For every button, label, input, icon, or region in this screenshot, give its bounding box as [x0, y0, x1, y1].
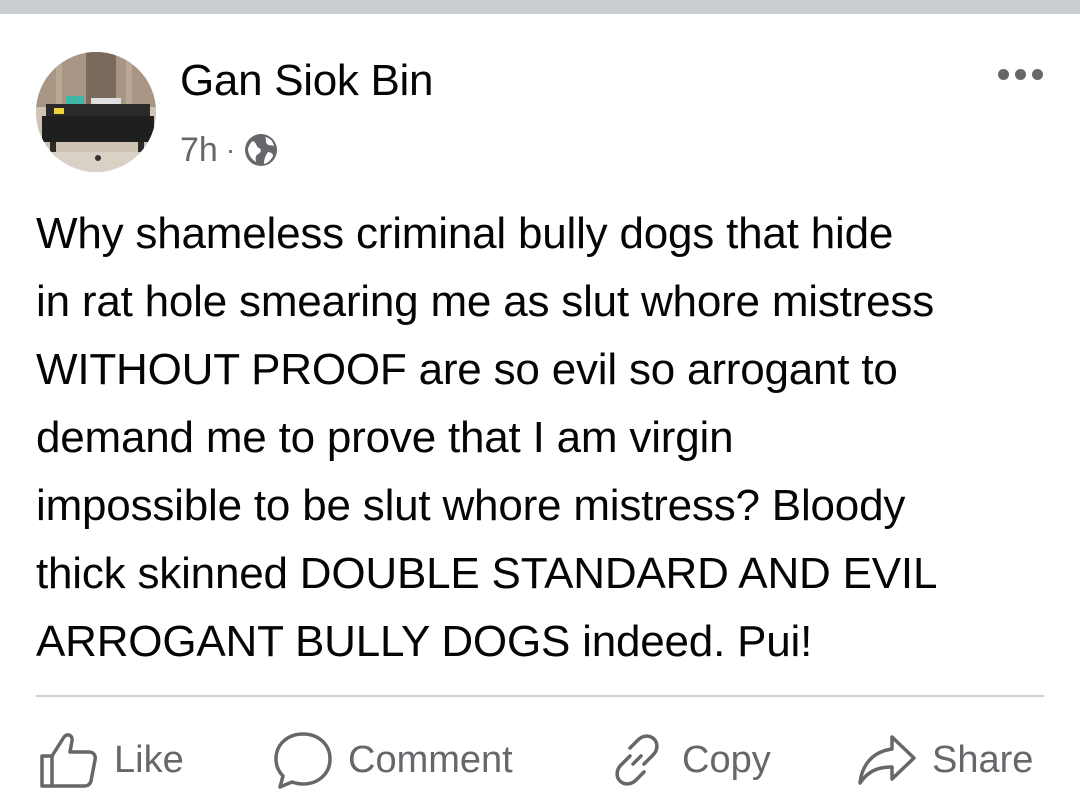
avatar-photo — [36, 52, 156, 172]
like-button[interactable]: Like — [38, 730, 184, 790]
comment-label: Comment — [348, 738, 513, 781]
post-meta: 7h · — [180, 128, 279, 172]
divider — [36, 695, 1044, 697]
more-options-button[interactable] — [990, 60, 1050, 88]
post-time[interactable]: 7h — [180, 131, 218, 170]
post-text: Why shameless criminal bully dogs that h… — [36, 209, 938, 666]
link-icon — [615, 734, 659, 786]
more-dot-icon — [1014, 68, 1026, 80]
copy-label: Copy — [682, 738, 771, 781]
thumbs-up-icon — [40, 733, 97, 788]
more-dot-icon — [1031, 68, 1043, 80]
more-dot-icon — [997, 68, 1009, 80]
action-bar: Like Comment Copy Share — [0, 712, 1080, 802]
like-label: Like — [114, 738, 184, 781]
author-name[interactable]: Gan Siok Bin — [180, 56, 434, 106]
share-button[interactable]: Share — [856, 730, 1033, 790]
comment-bubble-icon — [274, 732, 332, 789]
copy-button[interactable]: Copy — [606, 730, 771, 790]
meta-separator: · — [225, 134, 236, 165]
share-arrow-icon — [858, 735, 916, 785]
avatar[interactable] — [36, 52, 156, 172]
top-band — [0, 0, 1080, 14]
comment-button[interactable]: Comment — [272, 730, 513, 790]
share-label: Share — [932, 738, 1034, 781]
globe-icon — [243, 132, 279, 168]
